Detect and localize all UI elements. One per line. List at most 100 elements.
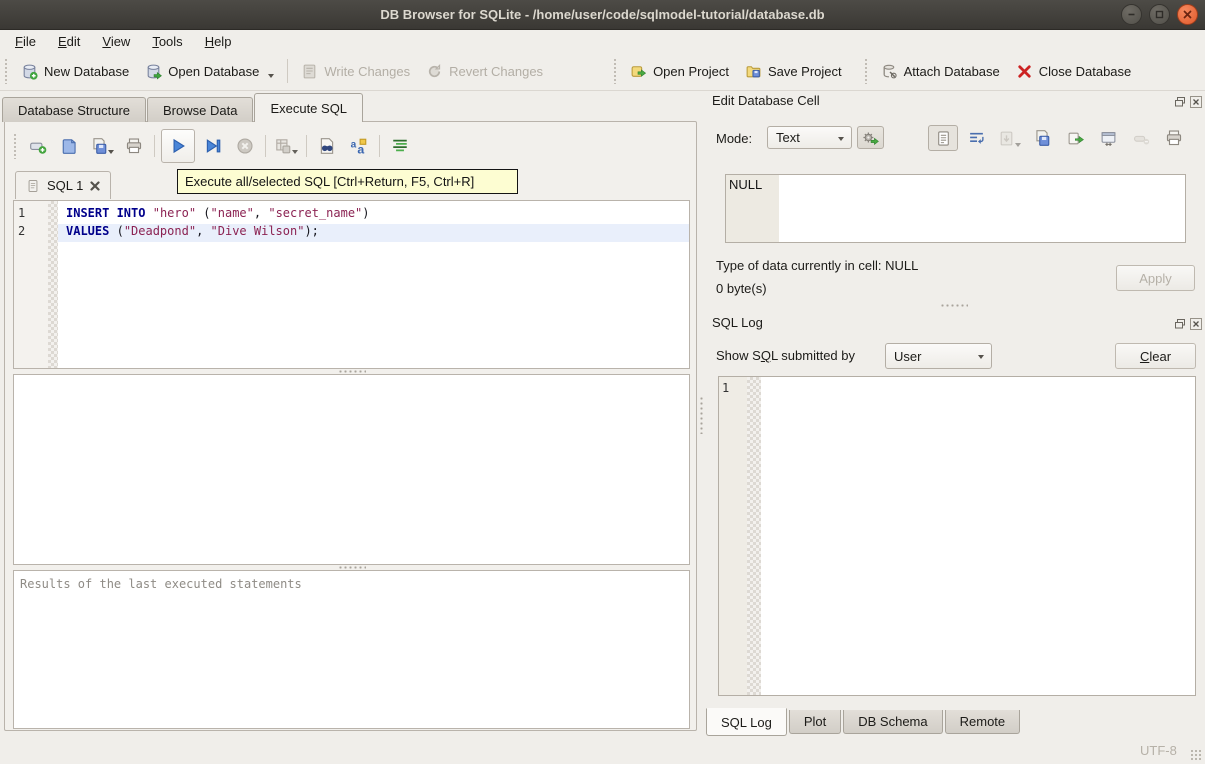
new-sql-tab-button[interactable] (27, 131, 49, 161)
close-tab-icon[interactable] (90, 181, 100, 191)
menu-edit[interactable]: Edit (47, 32, 91, 51)
find-text-button[interactable] (316, 131, 338, 161)
toolbar-handle[interactable] (13, 133, 18, 159)
pending-results-pane[interactable] (13, 374, 690, 565)
open-database-button[interactable]: Open Database (137, 57, 282, 86)
splitter-results-messages[interactable] (13, 565, 690, 569)
dropdown-arrow-icon[interactable] (108, 150, 114, 154)
auto-complete-button[interactable]: aa (348, 131, 370, 161)
text-view-button[interactable] (928, 125, 958, 151)
write-changes-button[interactable]: Write Changes (293, 57, 418, 86)
float-dock-icon[interactable] (1173, 317, 1186, 330)
menu-file[interactable]: File (4, 32, 47, 51)
sql-editor-tab[interactable]: SQL 1 (15, 171, 111, 199)
save-project-icon (745, 63, 762, 80)
save-results-button[interactable] (275, 131, 297, 161)
sql-code-line[interactable]: VALUES ("Deadpond", "Dive Wilson"); (58, 224, 689, 242)
cell-type-info: Type of data currently in cell: NULL (716, 258, 918, 273)
dropdown-arrow-icon[interactable] (292, 150, 298, 154)
revert-changes-button[interactable]: Revert Changes (418, 57, 551, 86)
menu-help[interactable]: Help (194, 32, 243, 51)
format-sql-icon (391, 137, 409, 155)
save-as-file-icon (1033, 129, 1051, 147)
tooltip: Execute all/selected SQL [Ctrl+Return, F… (177, 169, 518, 194)
main-toolbar: New DatabaseOpen Database Write ChangesRe… (0, 52, 1205, 91)
execute-current-line-button[interactable] (202, 131, 224, 161)
sql-code-line[interactable]: INSERT INTO "hero" ("name", "secret_name… (58, 206, 689, 224)
minimize-window-button[interactable] (1121, 4, 1142, 25)
dock-tab-plot[interactable]: Plot (789, 710, 841, 734)
tab-execute-sql[interactable]: Execute SQL (254, 93, 363, 122)
cell-editor[interactable]: NULL (725, 174, 1186, 243)
execute-sql-panel: aa SQL 1 12 INSERT INTO "hero" ("name", … (4, 121, 697, 731)
tab-database-structure[interactable]: Database Structure (2, 97, 146, 122)
float-dock-icon[interactable] (1173, 95, 1186, 108)
menu-tools[interactable]: Tools (141, 32, 193, 51)
dock-tab-remote[interactable]: Remote (945, 710, 1021, 734)
log-filter-select[interactable]: User (885, 343, 992, 369)
titlebar[interactable]: DB Browser for SQLite - /home/user/code/… (0, 0, 1205, 30)
clear-log-button[interactable]: Clear (1115, 343, 1196, 369)
sql-editor[interactable]: 12 INSERT INTO "hero" ("name", "secret_n… (13, 200, 690, 369)
new-sql-tab-icon (29, 137, 47, 155)
tab-browse-data[interactable]: Browse Data (147, 97, 253, 122)
dropdown-arrow-icon[interactable] (268, 74, 274, 78)
sql-toolbar: aa (9, 128, 416, 164)
sql-log-view[interactable]: 1 (718, 376, 1196, 696)
open-project-icon (630, 63, 647, 80)
dock-tab-db-schema[interactable]: DB Schema (843, 710, 942, 734)
dock-tabbar: SQL LogPlotDB SchemaRemote (706, 708, 1022, 736)
apply-button[interactable]: Apply (1116, 265, 1195, 291)
mode-value: Text (776, 130, 800, 145)
menu-view[interactable]: View (91, 32, 141, 51)
execute-all-button[interactable] (161, 129, 195, 163)
cell-size-info: 0 byte(s) (716, 281, 767, 296)
log-line-number: 1 (719, 381, 747, 397)
editor-fold-margin (48, 201, 58, 368)
auto-complete-icon: aa (350, 137, 368, 155)
attach-database-icon (881, 63, 898, 80)
write-changes-icon (301, 63, 318, 80)
open-sql-file-button[interactable] (59, 131, 81, 161)
import-from-file-button[interactable] (994, 125, 1024, 151)
line-number: 2 (14, 224, 48, 242)
print-sql-button[interactable] (123, 131, 145, 161)
close-window-button[interactable] (1177, 4, 1198, 25)
toolbar-handle[interactable] (613, 58, 618, 84)
export-to-file-button[interactable] (1060, 125, 1090, 151)
stop-execution-button[interactable] (234, 131, 256, 161)
close-database-button[interactable]: Close Database (1008, 57, 1140, 86)
dropdown-arrow-icon[interactable] (1015, 143, 1021, 147)
close-dock-icon[interactable] (1189, 95, 1202, 108)
word-wrap-button[interactable] (961, 125, 991, 151)
auto-apply-button[interactable] (857, 126, 884, 149)
mode-label: Mode: (716, 131, 752, 146)
save-project-button[interactable]: Save Project (737, 57, 850, 86)
close-dock-icon[interactable] (1189, 317, 1202, 330)
toolbar-handle[interactable] (4, 58, 9, 84)
sql-file-icon (26, 179, 40, 193)
mode-select[interactable]: Text (767, 126, 852, 149)
new-database-button[interactable]: New Database (13, 57, 137, 86)
results-message-pane[interactable]: Results of the last executed statements (13, 570, 690, 729)
dock-tab-sql-log[interactable]: SQL Log (706, 708, 787, 736)
format-sql-button[interactable] (389, 131, 411, 161)
editor-code-area[interactable]: INSERT INTO "hero" ("name", "secret_name… (58, 201, 689, 368)
edit-cell-dock-buttons (1173, 95, 1202, 108)
toolbar-separator (379, 135, 380, 157)
open-project-button[interactable]: Open Project (622, 57, 737, 86)
save-sql-file-button[interactable] (91, 131, 113, 161)
attach-database-button[interactable]: Attach Database (873, 57, 1008, 86)
splitter-docks[interactable] (940, 304, 968, 307)
toolbar-handle[interactable] (864, 58, 869, 84)
save-sql-file-icon (90, 137, 108, 155)
open-in-browser-button[interactable] (1093, 125, 1123, 151)
resize-grip[interactable] (1190, 749, 1202, 761)
maximize-window-button[interactable] (1149, 4, 1170, 25)
print-cell-button[interactable] (1159, 125, 1189, 151)
save-as-file-button[interactable] (1027, 125, 1057, 151)
set-as-null-button[interactable] (1126, 125, 1156, 151)
splitter-editor-results[interactable] (13, 369, 690, 373)
splitter-main-vertical[interactable] (700, 396, 703, 434)
open-in-browser-icon (1100, 130, 1117, 147)
